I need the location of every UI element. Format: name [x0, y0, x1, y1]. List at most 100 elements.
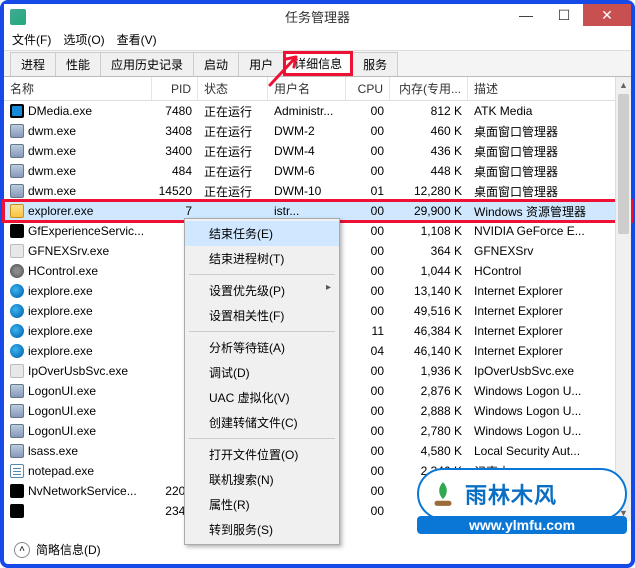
tab-startup[interactable]: 启动 [193, 52, 239, 76]
ctx-priority[interactable]: 设置优先级(P) [185, 278, 339, 303]
ctx-analyze[interactable]: 分析等待链(A) [185, 335, 339, 360]
menu-options[interactable]: 选项(O) [63, 31, 104, 48]
process-name: DMedia.exe [28, 104, 92, 118]
ctx-affinity[interactable]: 设置相关性(F) [185, 303, 339, 328]
watermark: 雨林木风 www.ylmfu.com [417, 468, 627, 524]
menu-view[interactable]: 查看(V) [117, 31, 157, 48]
desc-cell: Windows Logon U... [468, 404, 631, 418]
titlebar: 任务管理器 — ☐ ✕ [4, 4, 631, 29]
maximize-button[interactable]: ☐ [545, 4, 583, 26]
tab-history[interactable]: 应用历史记录 [100, 52, 194, 76]
desc-cell: ATK Media [468, 104, 631, 118]
ctx-uac[interactable]: UAC 虚拟化(V) [185, 385, 339, 410]
ctx-prop[interactable]: 属性(R) [185, 492, 339, 517]
mem-cell: 46,384 K [390, 324, 468, 338]
user-cell: istr... [268, 204, 346, 218]
status-cell: 正在运行 [198, 143, 268, 160]
process-icon [10, 124, 24, 138]
menubar: 文件(F) 选项(O) 查看(V) [4, 29, 631, 51]
tab-details[interactable]: 详细信息 [283, 51, 353, 76]
tab-services[interactable]: 服务 [352, 52, 398, 76]
ctx-dump[interactable]: 创建转储文件(C) [185, 410, 339, 435]
process-name: dwm.exe [28, 144, 76, 158]
close-button[interactable]: ✕ [583, 4, 631, 26]
window-frame: 任务管理器 — ☐ ✕ 文件(F) 选项(O) 查看(V) 进程 性能 应用历史… [0, 0, 635, 568]
process-name: GfExperienceServic... [28, 224, 144, 238]
col-pid[interactable]: PID [152, 77, 198, 100]
cpu-cell: 00 [346, 244, 390, 258]
watermark-logo-icon [421, 472, 465, 516]
footer-label[interactable]: 简略信息(D) [36, 541, 101, 558]
watermark-url: www.ylmfu.com [417, 516, 627, 534]
cpu-cell: 00 [346, 404, 390, 418]
desc-cell: Local Security Aut... [468, 444, 631, 458]
table-row[interactable]: dwm.exe3400正在运行DWM-400436 K桌面窗口管理器 [4, 141, 631, 161]
ctx-search[interactable]: 联机搜索(N) [185, 467, 339, 492]
process-icon [10, 244, 24, 258]
ctx-debug[interactable]: 调试(D) [185, 360, 339, 385]
tab-users[interactable]: 用户 [238, 52, 284, 76]
desc-cell: IpOverUsbSvc.exe [468, 364, 631, 378]
process-icon [10, 384, 24, 398]
mem-cell: 448 K [390, 164, 468, 178]
pid-cell: 3408 [152, 124, 198, 138]
col-user[interactable]: 用户名 [268, 77, 346, 100]
process-icon [10, 324, 24, 338]
process-name: notepad.exe [28, 464, 94, 478]
context-menu: 结束任务(E) 结束进程树(T) 设置优先级(P) 设置相关性(F) 分析等待链… [184, 218, 340, 545]
process-name: lsass.exe [28, 444, 78, 458]
cpu-cell: 00 [346, 364, 390, 378]
mem-cell: 4,580 K [390, 444, 468, 458]
separator [189, 274, 335, 275]
mem-cell: 2,876 K [390, 384, 468, 398]
tab-processes[interactable]: 进程 [10, 52, 56, 76]
col-desc[interactable]: 描述 [468, 77, 631, 100]
cpu-cell: 00 [346, 264, 390, 278]
mem-cell: 2,888 K [390, 404, 468, 418]
ctx-gotosvc[interactable]: 转到服务(S) [185, 517, 339, 542]
window-title: 任务管理器 [285, 7, 350, 26]
process-name: LogonUI.exe [28, 384, 96, 398]
cpu-cell: 00 [346, 444, 390, 458]
user-cell: DWM-6 [268, 164, 346, 178]
cpu-cell: 00 [346, 504, 390, 518]
table-row[interactable]: dwm.exe484正在运行DWM-600448 K桌面窗口管理器 [4, 161, 631, 181]
col-name[interactable]: 名称 [4, 77, 152, 100]
cpu-cell: 01 [346, 184, 390, 198]
col-status[interactable]: 状态 [198, 77, 268, 100]
cpu-cell: 00 [346, 144, 390, 158]
cpu-cell: 00 [346, 204, 390, 218]
pid-cell: 3400 [152, 144, 198, 158]
menu-file[interactable]: 文件(F) [12, 31, 51, 48]
scroll-thumb[interactable] [618, 94, 629, 234]
app-icon [10, 9, 26, 25]
scroll-up-icon[interactable]: ▲ [616, 77, 631, 93]
desc-cell: Internet Explorer [468, 344, 631, 358]
desc-cell: HControl [468, 264, 631, 278]
desc-cell: 桌面窗口管理器 [468, 123, 631, 140]
vertical-scrollbar[interactable]: ▲ ▼ [615, 77, 631, 521]
process-name: iexplore.exe [28, 324, 93, 338]
pid-cell: 7 [152, 204, 198, 218]
ctx-end-tree[interactable]: 结束进程树(T) [185, 246, 339, 271]
table-row[interactable]: dwm.exe3408正在运行DWM-200460 K桌面窗口管理器 [4, 121, 631, 141]
desc-cell: 桌面窗口管理器 [468, 183, 631, 200]
col-cpu[interactable]: CPU [346, 77, 390, 100]
process-icon [10, 344, 24, 358]
table-row[interactable]: DMedia.exe7480正在运行Administr...00812 KATK… [4, 101, 631, 121]
minimize-button[interactable]: — [507, 4, 545, 26]
ctx-openloc[interactable]: 打开文件位置(O) [185, 442, 339, 467]
cpu-cell: 00 [346, 424, 390, 438]
table-header: 名称 PID 状态 用户名 CPU 内存(专用... 描述 [4, 77, 631, 101]
mem-cell: 460 K [390, 124, 468, 138]
cpu-cell: 00 [346, 384, 390, 398]
desc-cell: 桌面窗口管理器 [468, 163, 631, 180]
cpu-cell: 00 [346, 104, 390, 118]
user-cell: Administr... [268, 104, 346, 118]
collapse-icon[interactable]: ˄ [14, 542, 30, 558]
table-row[interactable]: dwm.exe14520正在运行DWM-100112,280 K桌面窗口管理器 [4, 181, 631, 201]
ctx-end-task[interactable]: 结束任务(E) [185, 221, 339, 246]
mem-cell: 29,900 K [390, 204, 468, 218]
tab-performance[interactable]: 性能 [55, 52, 101, 76]
col-mem[interactable]: 内存(专用... [390, 77, 468, 100]
